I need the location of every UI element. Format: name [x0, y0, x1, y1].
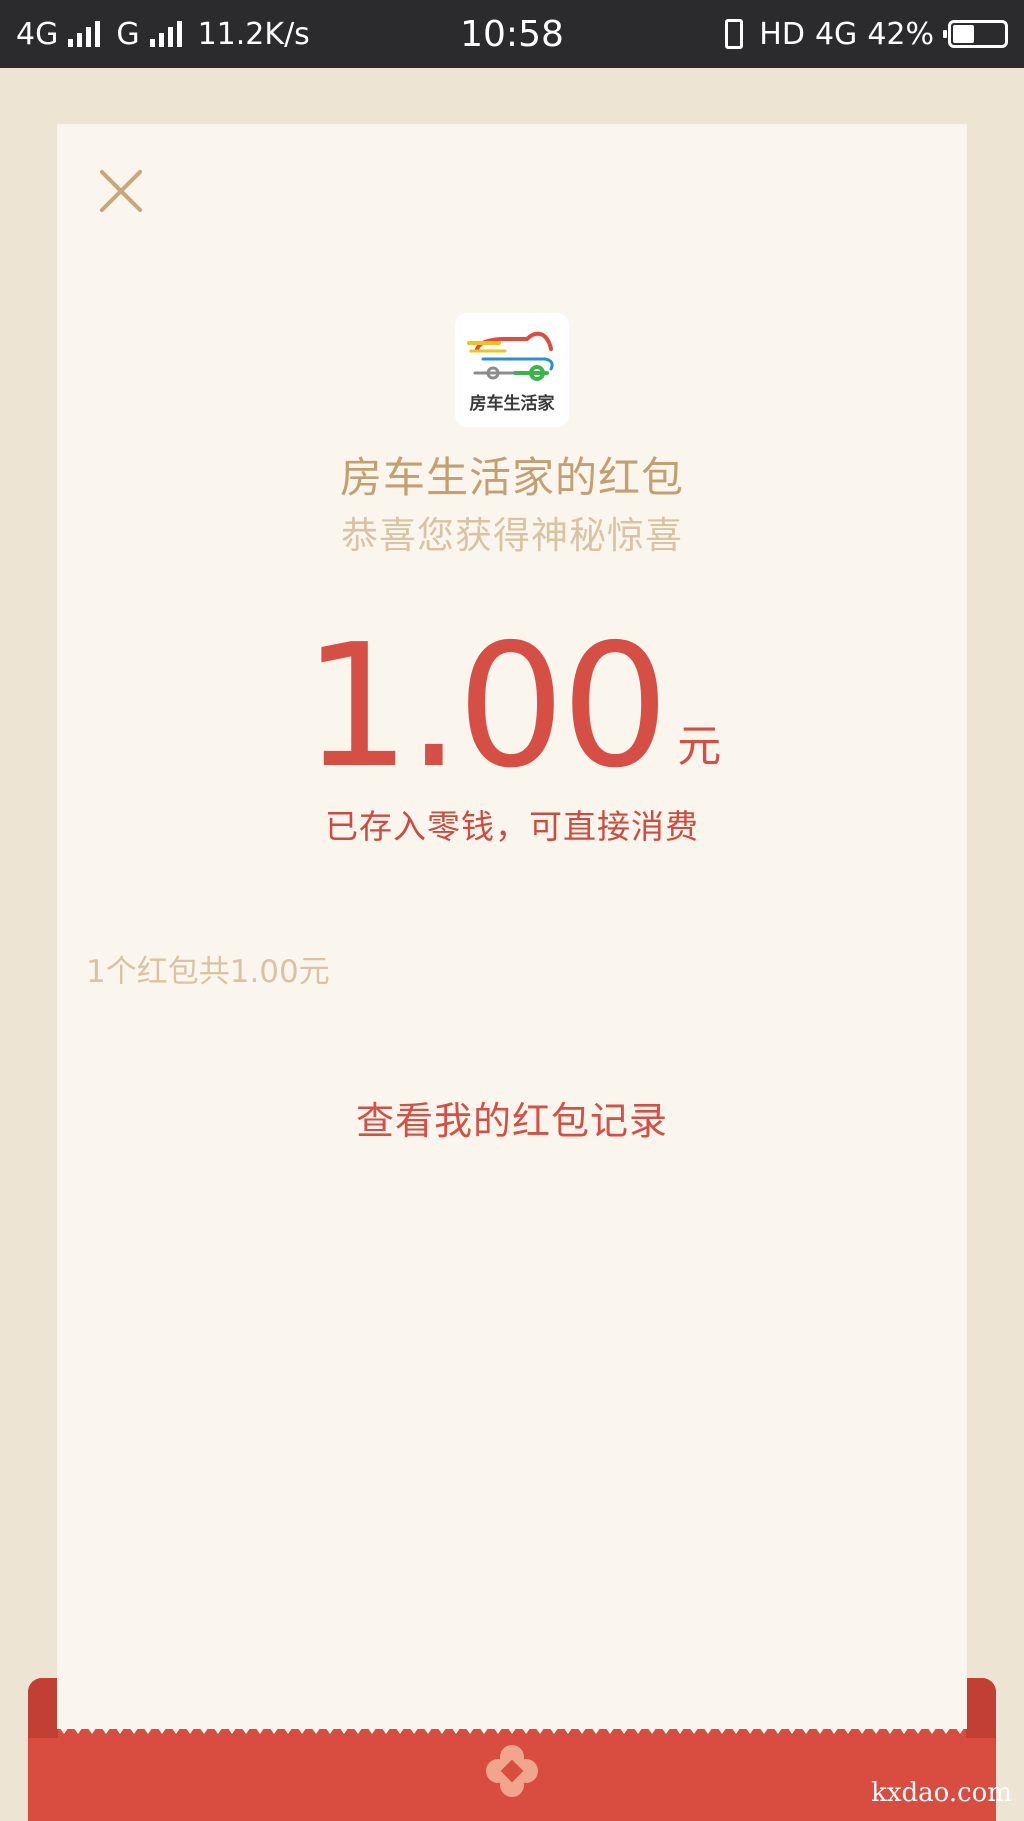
- packet-title: 房车生活家的红包: [339, 453, 684, 502]
- close-icon[interactable]: [96, 166, 146, 216]
- envelope-shade-right: [966, 1678, 996, 1738]
- view-records-link[interactable]: 查看我的红包记录: [0, 1090, 1024, 1145]
- amount-unit: 元: [677, 721, 722, 772]
- status-bar: 4G G 11.2K/s 10:58 HD 4G 42%: [0, 0, 1024, 68]
- battery-icon: [943, 20, 1008, 48]
- amount-row: 1.00 元: [0, 622, 1024, 792]
- flower-icon: [486, 1745, 538, 1797]
- vibrate-icon: [725, 19, 744, 49]
- car-logo-icon: [467, 331, 554, 381]
- deposit-note: 已存入零钱，可直接消费: [325, 807, 699, 846]
- envelope-shade-left: [28, 1678, 58, 1738]
- battery-percent: 42%: [867, 16, 934, 52]
- zigzag-edge: [57, 1718, 967, 1734]
- brand-logo: 房车生活家: [455, 313, 569, 427]
- amount-value: 1.00: [302, 608, 670, 806]
- status-right: HD 4G 42%: [725, 0, 1008, 68]
- network-type-3: 4G: [814, 16, 858, 52]
- packet-summary: 1个红包共1.00元: [86, 954, 330, 990]
- battery-fill: [953, 25, 974, 43]
- packet-subtitle: 恭喜您获得神秘惊喜: [341, 514, 683, 557]
- logo-text: 房车生活家: [469, 394, 555, 414]
- hd-label: HD: [759, 16, 805, 52]
- watermark: kxdao.com: [871, 1778, 1012, 1808]
